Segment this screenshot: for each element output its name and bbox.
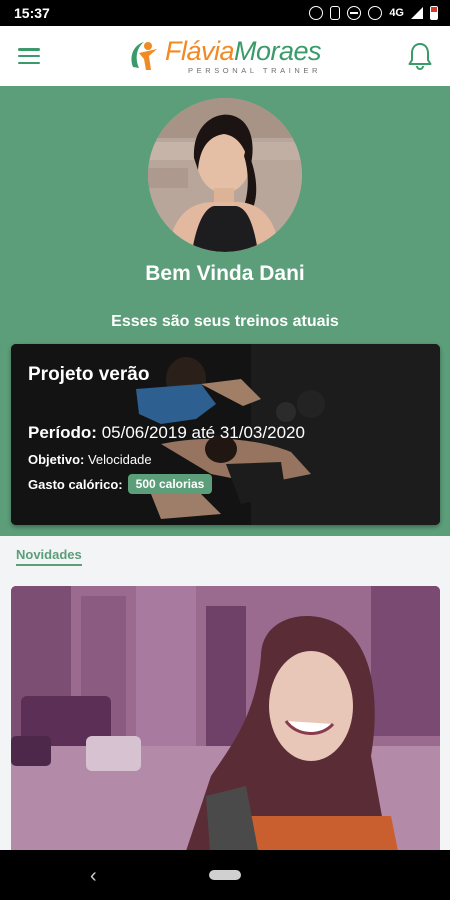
news-section: Novidades: [0, 536, 450, 866]
logo-subtitle: PERSONAL TRAINER: [187, 65, 322, 75]
status-bar: 15:37 4G: [0, 0, 450, 26]
app-bar: FláviaMoraes PERSONAL TRAINER: [0, 26, 450, 86]
do-not-disturb-icon: [347, 6, 362, 20]
alarm-icon: [309, 6, 324, 20]
workout-period: Período: 05/06/2019 até 31/03/2020: [28, 423, 305, 442]
news-card[interactable]: [11, 586, 440, 866]
welcome-message: Bem Vinda Dani: [145, 262, 305, 285]
hotspot-icon: [368, 6, 383, 20]
hero-section: Bem Vinda Dani Esses são seus treinos at…: [0, 86, 450, 536]
network-type: 4G: [389, 7, 404, 19]
logo-name: FláviaMoraes: [164, 35, 322, 66]
news-heading[interactable]: Novidades: [16, 547, 82, 566]
back-icon[interactable]: ‹: [90, 865, 97, 888]
menu-icon[interactable]: [18, 48, 40, 64]
battery-icon: [430, 6, 438, 20]
vibrate-icon: [330, 6, 341, 20]
logo: FláviaMoraes PERSONAL TRAINER: [127, 35, 322, 75]
home-pill[interactable]: [209, 870, 241, 880]
bell-icon[interactable]: [408, 42, 432, 70]
news-card-photo: [11, 586, 440, 866]
system-nav-bar: ‹: [0, 850, 450, 900]
avatar-photo: [148, 98, 302, 252]
status-icons: 4G: [309, 6, 438, 20]
signal-icon: [411, 7, 423, 19]
calories-badge: 500 calorias: [127, 474, 213, 494]
current-workouts-subtitle: Esses são seus treinos atuais: [111, 313, 339, 330]
logo-mark-icon: [131, 42, 157, 70]
workout-title: Projeto verão: [28, 364, 150, 385]
workout-calories: Gasto calórico: 500 calorias: [28, 474, 213, 494]
status-time: 15:37: [14, 5, 50, 21]
avatar[interactable]: [148, 98, 302, 252]
workout-card[interactable]: Projeto verão Período: 05/06/2019 até 31…: [11, 344, 440, 525]
workout-goal: Objetivo: Velocidade: [28, 452, 152, 467]
